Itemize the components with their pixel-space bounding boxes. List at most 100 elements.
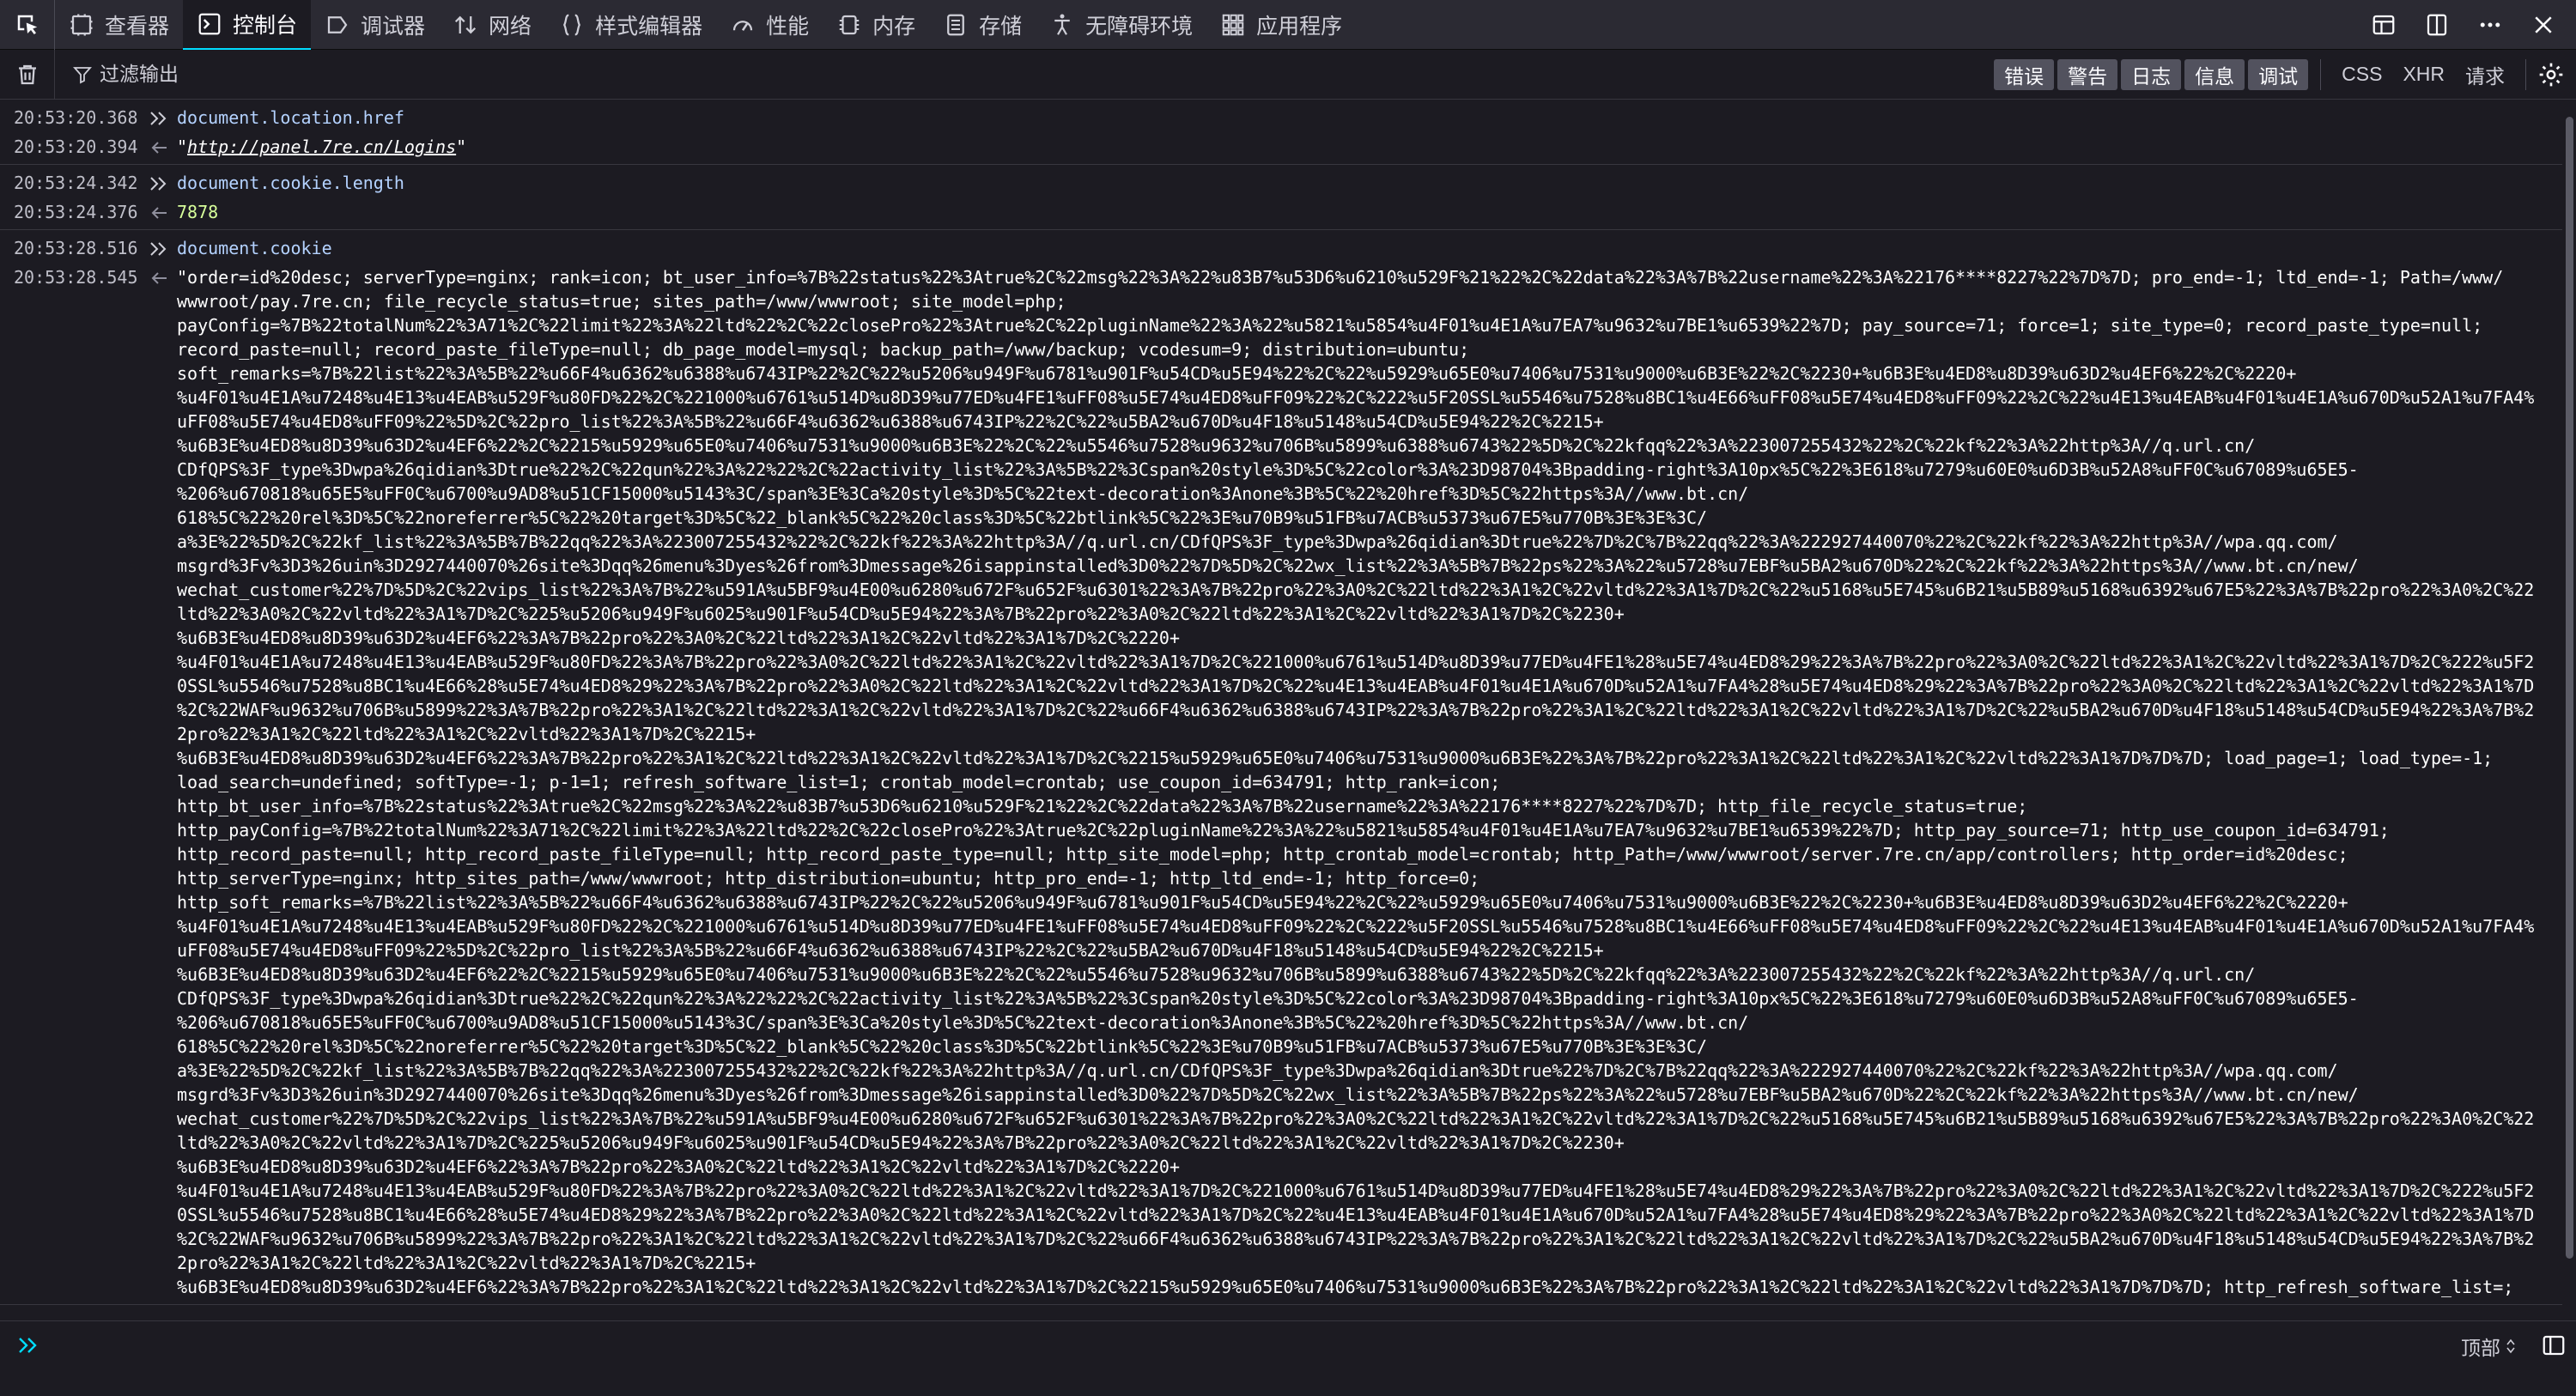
input-marker [141,171,177,191]
application-icon [1222,14,1244,35]
result-string-line: %u6B3E%u4ED8%u8D39%u63D2%u4EF6%22%3A%7B%… [177,628,1180,648]
console-scrollbar[interactable] [2562,100,2576,1320]
request-filters: CSS XHR 请求 [2321,58,2526,90]
tab-style-editor[interactable]: 样式编辑器 [545,0,716,50]
element-picker-button[interactable] [0,0,55,50]
message-timestamp: 20:53:24.342 [14,173,138,193]
debugger-icon [327,15,348,33]
message-timestamp: 20:53:28.545 [14,267,138,288]
result-string-line: 618%5C%22%20rel%3D%5C%22noreferrer%5C%22… [177,507,1708,528]
result-string-line: 0SSL%u5546%u7528%u8BC1%u4E66%28%u5E74%u4… [177,676,2535,696]
result-string-line: CDfQPS%3F_type%3Dwpa%26qidian%3Dtrue%22%… [177,459,2359,480]
result-string-line: %2C%22WAF%u9632%u706B%u5899%22%3A%7B%22p… [177,1229,2535,1249]
dock-side-button[interactable] [2361,3,2406,47]
level-filter-button[interactable]: 警告 [2057,58,2118,90]
tab-application[interactable]: 应用程序 [1206,0,1356,50]
level-filter-button[interactable]: 日志 [2121,58,2182,90]
message-timestamp: 20:53:28.516 [14,238,138,258]
scrollbar-thumb[interactable] [2566,117,2573,1259]
level-filter-button[interactable]: 调试 [2248,58,2309,90]
message-timestamp: 20:53:20.394 [14,137,138,157]
close-devtools-button[interactable] [2521,3,2566,47]
result-string-line: %u4F01%u4E1A%u7248%u4E13%u4EAB%u529F%u80… [177,1181,2535,1201]
message-body: 7878 [177,200,2562,224]
tab-accessibility[interactable]: 无障碍环境 [1036,0,1206,50]
result-url-link[interactable]: http://panel.7re.cn/Logins [187,137,456,157]
result-string-line: wechat_customer%22%7D%5D%2C%22vips_list%… [177,1108,2535,1129]
result-string-line: ltd%22%3A0%2C%22vltd%22%3A1%7D%2C%225%u5… [177,604,1625,624]
result-string-line: a%3E%22%5D%2C%22kf_list%22%3A%5B%7B%22qq… [177,1060,2338,1081]
console-icon [198,13,221,34]
evaluation-context-selector[interactable]: 顶部 [2461,1332,2516,1361]
devtools-toolbar: 查看器 控制台 调试器 网络 样式编辑器 性能 内存 存储 无障碍环境 应用程序 [0,0,2576,50]
sidebar-panel-icon [2543,1335,2565,1356]
result-string-line: a%3E%22%5D%2C%22kf_list%22%3A%5B%7B%22qq… [177,531,2338,552]
tab-label: 样式编辑器 [595,14,703,39]
tab-label: 存储 [979,14,1023,39]
result-string-line: 618%5C%22%20rel%3D%5C%22noreferrer%5C%22… [177,1036,1708,1057]
toggle-sidebar-button[interactable] [2538,1330,2569,1361]
result-string-line: msgrd%3Fv%3D3%26uin%3D2927440070%26site%… [177,555,2359,576]
result-string-line: "order=id%20desc; serverType=nginx; rank… [177,267,2504,288]
tab-memory[interactable]: 内存 [823,0,929,50]
clear-console-button[interactable] [0,49,55,100]
tab-label: 调试器 [361,14,426,39]
message-body: document.cookie [177,236,2562,260]
result-string-line: 0SSL%u5546%u7528%u8BC1%u4E66%28%u5E74%u4… [177,1205,2535,1225]
result-number: 7878 [177,202,219,222]
result-string-line: 2pro%22%3A1%2C%22ltd%22%3A1%2C%22vltd%22… [177,1253,756,1273]
prompt-chevron [17,1335,43,1357]
result-string-line: %u4F01%u4E1A%u7248%u4E13%u4EAB%u529F%u80… [177,387,2535,408]
more-options-button[interactable] [2468,3,2512,47]
result-string-line: %u6B3E%u4ED8%u8D39%u63D2%u4EF6%22%2C%221… [177,435,2256,456]
tab-console[interactable]: 控制台 [183,0,312,50]
console-command-input[interactable] [60,1330,2379,1364]
result-string-line: wechat_customer%22%7D%5D%2C%22vips_list%… [177,580,2535,600]
result-string-line: soft_remarks=%7B%22list%22%3A%5B%22%u66F… [177,363,2297,384]
evaluation-context-label: 顶部 [2461,1337,2500,1359]
up-down-arrows-icon [2506,1338,2515,1354]
tab-label: 查看器 [105,14,170,39]
result-string-line: http_record_paste=null; http_record_past… [177,844,2348,865]
result-string-line: payConfig=%7B%22totalNum%22%3A71%2C%22li… [177,315,2483,336]
result-string-line: load_search=undefined; softType=-1; p-1=… [177,772,1501,792]
result-string-line: uFF08%u5E74%u4ED8%uFF09%22%5D%2C%22pro_l… [177,940,1604,961]
filter-output-input[interactable] [100,63,615,86]
input-marker [141,106,177,126]
result-string-line: %u4F01%u4E1A%u7248%u4E13%u4EAB%u529F%u80… [177,916,2535,937]
result-string-line: wwwroot/pay.7re.cn; file_recycle_status=… [177,291,1066,312]
result-string-line: ltd%22%3A0%2C%22vltd%22%3A1%7D%2C%225%u5… [177,1132,1625,1153]
separate-window-icon [2427,14,2447,35]
tab-label: 性能 [766,14,810,39]
tab-label: 控制台 [233,13,298,38]
style-editor-icon [563,14,581,35]
console-output: 20:53:20.368 document.location.href 20:53:… [0,100,2562,1320]
tab-label: 无障碍环境 [1085,14,1194,39]
result-arrow-icon [151,272,167,284]
tab-debugger[interactable]: 调试器 [311,0,439,50]
tab-network[interactable]: 网络 [439,0,545,50]
request-filter-button[interactable]: CSS [2333,59,2391,90]
request-filter-button[interactable]: XHR [2394,59,2453,90]
gear-icon [2539,63,2563,86]
result-marker [141,200,177,221]
separate-window-button[interactable] [2415,3,2459,47]
tab-inspector[interactable]: 查看器 [55,0,183,50]
level-filter-button[interactable]: 信息 [2184,58,2245,90]
console-input-message: 20:53:28.516 document.cookie [0,230,2562,263]
input-marker [141,236,177,257]
result-string-line: %u6B3E%u4ED8%u8D39%u63D2%u4EF6%22%3A%7B%… [177,748,2494,768]
input-chevron-icon [150,112,167,125]
request-filter-button[interactable]: 请求 [2457,59,2513,90]
console-result-message: 20:53:20.394 "http://panel.7re.cn/Logins" [0,132,2562,165]
level-filter-button[interactable]: 错误 [1994,58,2055,90]
tab-performance[interactable]: 性能 [716,0,823,50]
input-expression: document.location.href [177,107,404,128]
message-body: "http://panel.7re.cn/Logins" [177,135,2562,159]
tab-storage[interactable]: 存储 [929,0,1036,50]
message-body: document.location.href [177,106,2562,130]
storage-icon [947,14,964,35]
console-settings-button[interactable] [2526,50,2576,100]
result-string-line: %2C%22WAF%u9632%u706B%u5899%22%3A%7B%22p… [177,700,2535,720]
result-string-line: %u6B3E%u4ED8%u8D39%u63D2%u4EF6%22%3A%7B%… [177,1156,1180,1177]
